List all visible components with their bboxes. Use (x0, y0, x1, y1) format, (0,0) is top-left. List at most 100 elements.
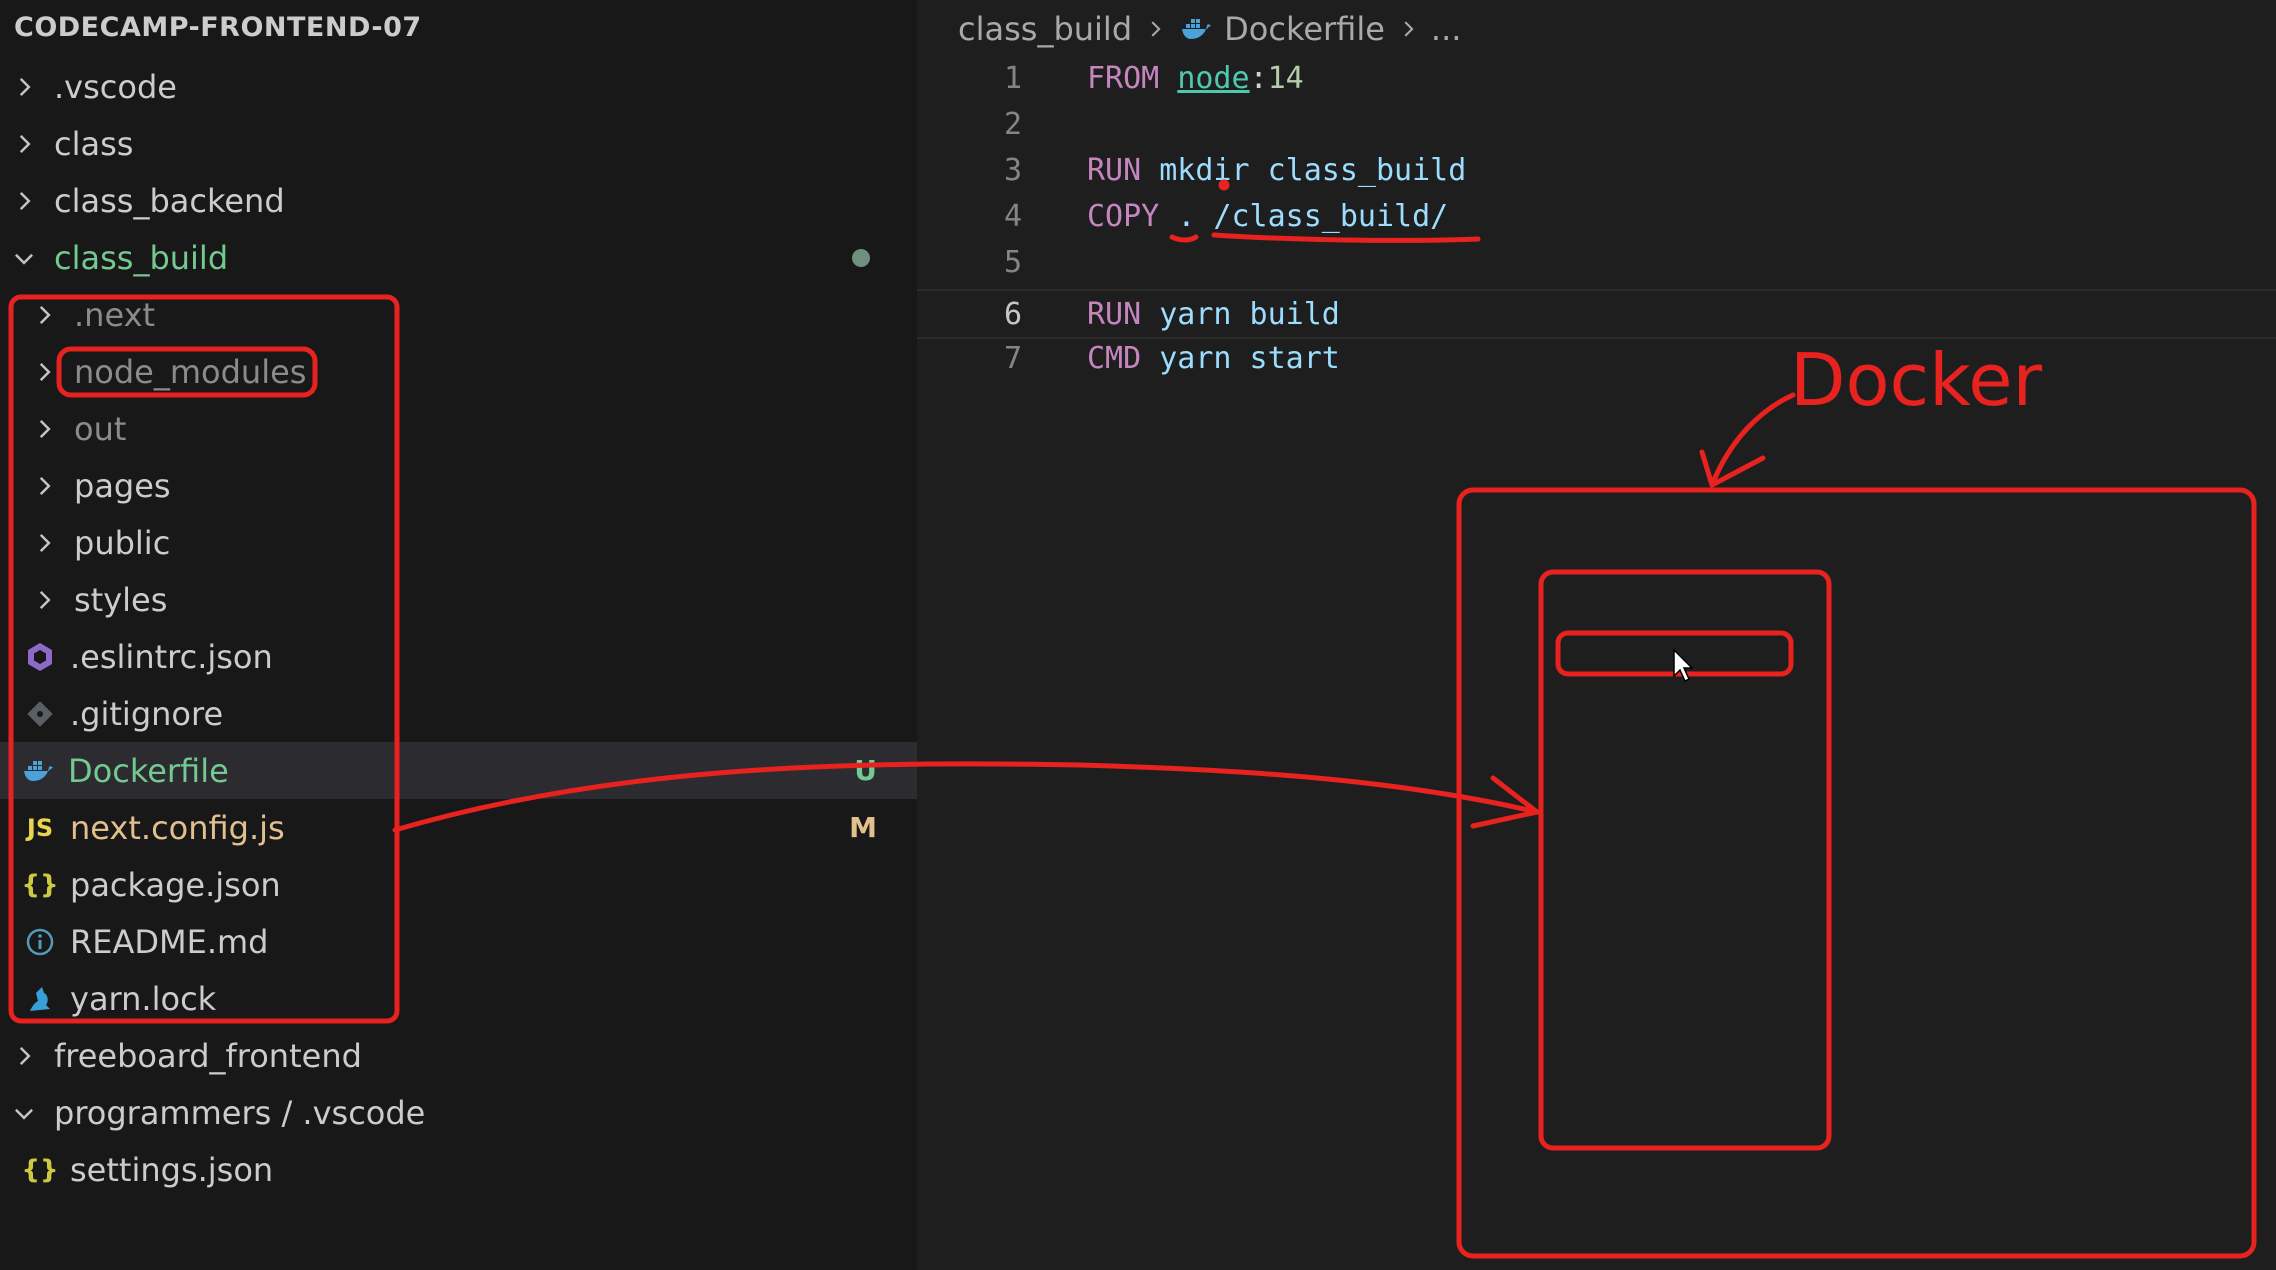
keyword: RUN (1087, 296, 1142, 332)
argument: yarn build (1159, 296, 1340, 332)
tree-item-label: package.json (70, 865, 281, 904)
keyword: FROM (1087, 60, 1160, 96)
code-line[interactable]: 7 CMD yarn start (917, 335, 2276, 381)
image-tag: 14 (1267, 60, 1304, 96)
argument: yarn start (1159, 340, 1340, 376)
tree-item-label: settings.json (70, 1150, 274, 1189)
tree-item-node-modules[interactable]: node_modules (0, 343, 917, 400)
project-title[interactable]: CODECAMP-FRONTEND-07 (14, 12, 422, 43)
chevron-right-icon (30, 472, 58, 500)
chevron-right-icon (30, 415, 58, 443)
tree-item-label: class_build (54, 238, 229, 277)
tree-item-class[interactable]: class (0, 115, 917, 172)
image-name: node (1177, 60, 1250, 96)
code-line[interactable]: 5 (917, 239, 2276, 285)
code-text: RUN mkdir class_build (1087, 153, 1466, 188)
chevron-right-icon (10, 1042, 38, 1070)
tree-item-freeboard-frontend[interactable]: freeboard_frontend (0, 1027, 917, 1084)
tree-item-settings-json[interactable]: {} settings.json (0, 1141, 917, 1198)
chevron-right-icon (1397, 18, 1419, 40)
line-number: 7 (1003, 340, 1022, 376)
line-number: 4 (1003, 198, 1022, 234)
info-icon (24, 926, 56, 958)
tree-item-class-backend[interactable]: class_backend (0, 172, 917, 229)
code-line[interactable]: 1 FROM node:14 (917, 55, 2276, 101)
modified-badge: M (849, 811, 877, 844)
chevron-right-icon (1144, 18, 1166, 40)
tree-item-label: .gitignore (70, 694, 224, 733)
editor-pane: class_build Dockerfile ... 1 FROM node:1… (917, 0, 2276, 1270)
tree-item-public[interactable]: public (0, 514, 917, 571)
code-line[interactable]: 2 (917, 101, 2276, 147)
yarn-icon (24, 983, 56, 1015)
code-line[interactable]: 3 RUN mkdir class_build (917, 147, 2276, 193)
tree-item-styles[interactable]: styles (0, 571, 917, 628)
tree-item-label: .vscode (54, 67, 177, 106)
docker-icon (22, 755, 54, 787)
keyword: CMD (1087, 340, 1142, 376)
tree-item-eslintrc[interactable]: .eslintrc.json (0, 628, 917, 685)
chevron-down-icon (10, 1099, 38, 1127)
untracked-badge: U (854, 754, 877, 787)
line-number: 6 (1003, 296, 1022, 332)
tree-item-pages[interactable]: pages (0, 457, 917, 514)
tree-item-label: node_modules (74, 352, 307, 391)
tree-item-label: Dockerfile (68, 751, 229, 790)
code-text: FROM node:14 (1087, 61, 1304, 96)
javascript-icon: JS (26, 813, 54, 842)
tree-item-label: programmers / .vscode (54, 1093, 426, 1132)
line-number: 1 (1003, 60, 1022, 96)
tree-item-label: README.md (70, 922, 269, 961)
code-text: CMD yarn start (1087, 341, 1340, 376)
modified-dot-icon (852, 249, 870, 267)
tree-item-label: styles (74, 580, 168, 619)
tree-item-label: .next (74, 295, 156, 334)
tree-item-dockerfile[interactable]: Dockerfile U (0, 742, 917, 799)
tree-item-label: class (54, 124, 134, 163)
breadcrumb: class_build Dockerfile ... (958, 8, 1461, 50)
tree-item-gitignore[interactable]: .gitignore (0, 685, 917, 742)
tree-item-yarn-lock[interactable]: yarn.lock (0, 970, 917, 1027)
explorer-sidebar: CODECAMP-FRONTEND-07 .vscode class class… (0, 0, 917, 1270)
code-text: COPY . /class_build/ (1087, 199, 1448, 234)
tree-item-label: next.config.js (70, 808, 285, 847)
tree-item-label: freeboard_frontend (54, 1036, 362, 1075)
colon: : (1249, 60, 1268, 96)
chevron-right-icon (30, 586, 58, 614)
code-line-current[interactable]: 6 RUN yarn build (917, 289, 2276, 339)
line-number: 3 (1003, 152, 1022, 188)
keyword: RUN (1087, 152, 1142, 188)
chevron-down-icon (10, 244, 38, 272)
tree-item-label: yarn.lock (70, 979, 217, 1018)
tree-item-vscode[interactable]: .vscode (0, 58, 917, 115)
code-text: RUN yarn build (1087, 297, 1340, 332)
git-icon (24, 698, 56, 730)
tree-item-label: pages (74, 466, 171, 505)
code-line[interactable]: 4 COPY . /class_build/ (917, 193, 2276, 239)
tree-item-label: .eslintrc.json (70, 637, 273, 676)
chevron-right-icon (30, 358, 58, 386)
breadcrumb-folder[interactable]: class_build (958, 10, 1132, 48)
breadcrumb-more[interactable]: ... (1431, 10, 1462, 48)
argument: mkdir class_build (1159, 152, 1467, 188)
tree-item-package-json[interactable]: {} package.json (0, 856, 917, 913)
tree-item-programmers-vscode[interactable]: programmers / .vscode (0, 1084, 917, 1141)
json-icon: {} (21, 1154, 59, 1185)
eslint-icon (24, 641, 56, 673)
chevron-right-icon (10, 130, 38, 158)
docker-icon (1178, 13, 1214, 45)
docker-annotation-label: Docker (1790, 338, 2043, 422)
chevron-right-icon (30, 301, 58, 329)
tree-item-next[interactable]: .next (0, 286, 917, 343)
tree-item-next-config[interactable]: JS next.config.js M (0, 799, 917, 856)
tree-item-label: public (74, 523, 171, 562)
breadcrumb-file[interactable]: Dockerfile (1224, 10, 1385, 48)
tree-item-readme[interactable]: README.md (0, 913, 917, 970)
tree-item-class-build[interactable]: class_build (0, 229, 917, 286)
chevron-right-icon (10, 187, 38, 215)
tree-item-out[interactable]: out (0, 400, 917, 457)
tree-item-label: out (74, 409, 127, 448)
chevron-right-icon (10, 73, 38, 101)
argument: . /class_build/ (1177, 198, 1449, 234)
line-number: 2 (1003, 106, 1022, 142)
